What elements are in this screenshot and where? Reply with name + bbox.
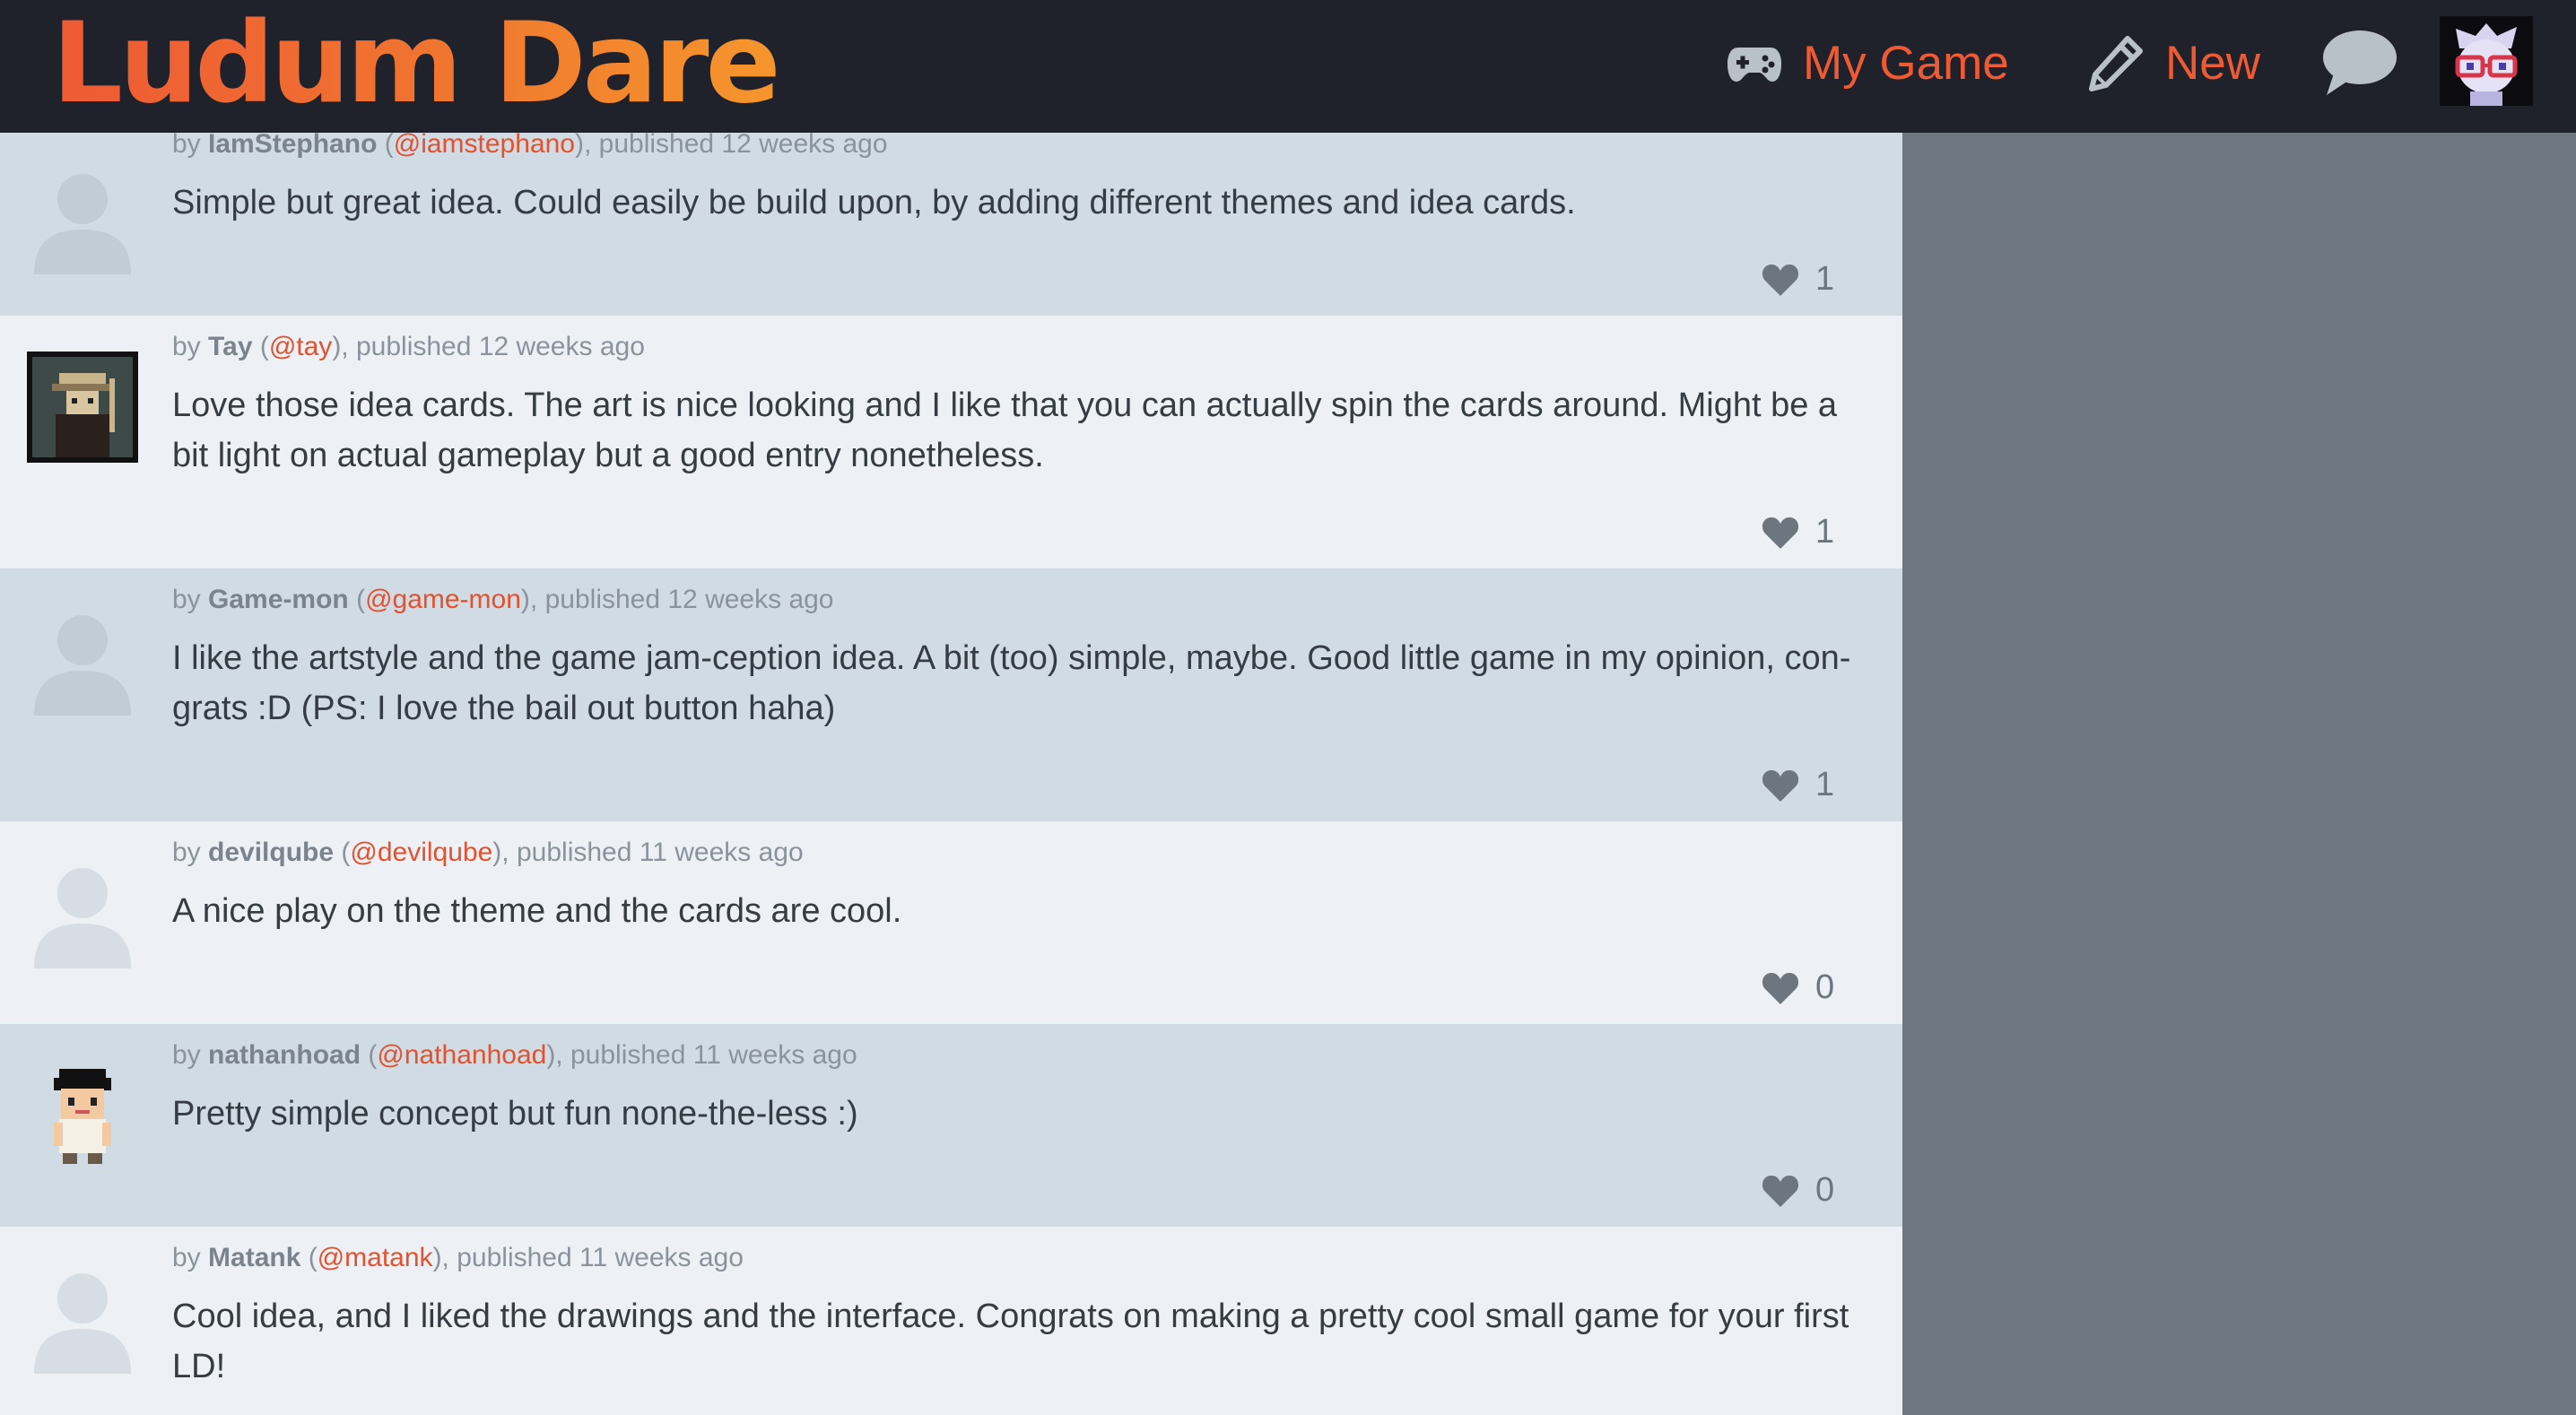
comment-text: Pretty simple concept but fun none-the-l…	[172, 1095, 858, 1133]
comment-text: Simple but great idea. Could easily be b…	[172, 184, 1576, 221]
love-count: 1	[1815, 766, 1835, 803]
author-name[interactable]: Game-mon	[208, 585, 349, 614]
comment-text: Love those idea cards. The art is nice l…	[172, 386, 1838, 474]
heart-icon	[1762, 264, 1799, 296]
heart-icon	[1762, 1175, 1799, 1207]
pencil-icon	[2089, 36, 2143, 91]
my-game-link[interactable]: My Game	[1726, 27, 2009, 99]
love-count: 0	[1815, 1171, 1835, 1209]
comment-item: by Game-mon (@game-mon), published 12 we…	[0, 569, 1902, 821]
author-handle[interactable]: @devilqube	[350, 838, 492, 867]
ludum-dare-logo[interactable]: Ludum Dare	[52, 5, 781, 122]
love-button[interactable]: 0	[1762, 1171, 1834, 1210]
love-button[interactable]: 1	[1762, 260, 1834, 299]
author-handle[interactable]: @nathanhoad	[377, 1040, 546, 1070]
comment-item: by Matank (@matank), published 11 weeks …	[0, 1227, 1902, 1415]
comment-text: A nice play on the theme and the cards a…	[172, 892, 902, 930]
comment-item: by nathanhoad (@nathanhoad), published 1…	[0, 1024, 1902, 1227]
my-game-label: My Game	[1803, 36, 2009, 90]
gamepad-icon	[1727, 48, 1781, 82]
speech-bubble-icon	[2323, 30, 2397, 95]
comment-meta: by nathanhoad (@nathanhoad), published 1…	[172, 1040, 857, 1070]
pixel-character-avatar-icon	[54, 1069, 111, 1164]
comment-item: by IamStephano (@iamstephano), published…	[0, 133, 1902, 316]
comment-meta: by Game-mon (@game-mon), published 12 we…	[172, 585, 834, 614]
heart-icon	[1762, 972, 1799, 1004]
comment-meta: by devilqube (@devilqube), published 11 …	[172, 838, 804, 867]
notifications-button[interactable]	[2321, 29, 2398, 101]
love-button[interactable]: 1	[1762, 766, 1834, 804]
comment-meta: by IamStephano (@iamstephano), published…	[172, 133, 888, 160]
comment-meta: by Matank (@matank), published 11 weeks …	[172, 1243, 744, 1272]
author-name[interactable]: Matank	[208, 1243, 300, 1272]
author-handle[interactable]: @game-mon	[365, 585, 521, 614]
user-avatar-image	[2455, 23, 2518, 106]
pixel-art-avatar-icon	[27, 352, 138, 463]
comment-item: by devilqube (@devilqube), published 11 …	[0, 821, 1902, 1024]
love-count: 0	[1815, 968, 1835, 1006]
comment-meta: by Tay (@tay), published 12 weeks ago	[172, 332, 645, 361]
comments-list: by IamStephano (@iamstephano), published…	[0, 133, 1902, 1415]
author-name[interactable]: Tay	[208, 332, 252, 361]
new-post-link[interactable]: New	[2086, 27, 2260, 99]
heart-icon	[1762, 769, 1799, 802]
comment-text: Cool idea, and I liked the drawings and …	[172, 1298, 1849, 1385]
author-name[interactable]: nathanhoad	[208, 1040, 361, 1070]
author-name[interactable]: devilqube	[208, 838, 334, 867]
love-count: 1	[1815, 260, 1835, 298]
default-avatar-icon	[34, 868, 131, 968]
love-count: 1	[1815, 513, 1835, 551]
default-avatar-icon	[34, 1273, 131, 1374]
comment-item: by Tay (@tay), published 12 weeks ago Lo…	[0, 316, 1902, 569]
user-avatar[interactable]	[2440, 16, 2533, 106]
love-button[interactable]: 1	[1762, 513, 1834, 551]
love-button[interactable]: 0	[1762, 968, 1834, 1007]
top-navigation-bar: Ludum Dare My Game New	[0, 0, 2576, 133]
default-avatar-icon	[34, 615, 131, 716]
default-avatar-icon	[34, 174, 131, 274]
author-handle[interactable]: @iamstephano	[394, 133, 575, 159]
author-handle[interactable]: @tay	[269, 332, 332, 361]
author-handle[interactable]: @matank	[318, 1243, 433, 1272]
author-name[interactable]: IamStephano	[208, 133, 377, 159]
new-label: New	[2165, 36, 2261, 90]
comment-text: I like the artstyle and the game jam-cep…	[172, 639, 1851, 727]
heart-icon	[1762, 517, 1799, 549]
